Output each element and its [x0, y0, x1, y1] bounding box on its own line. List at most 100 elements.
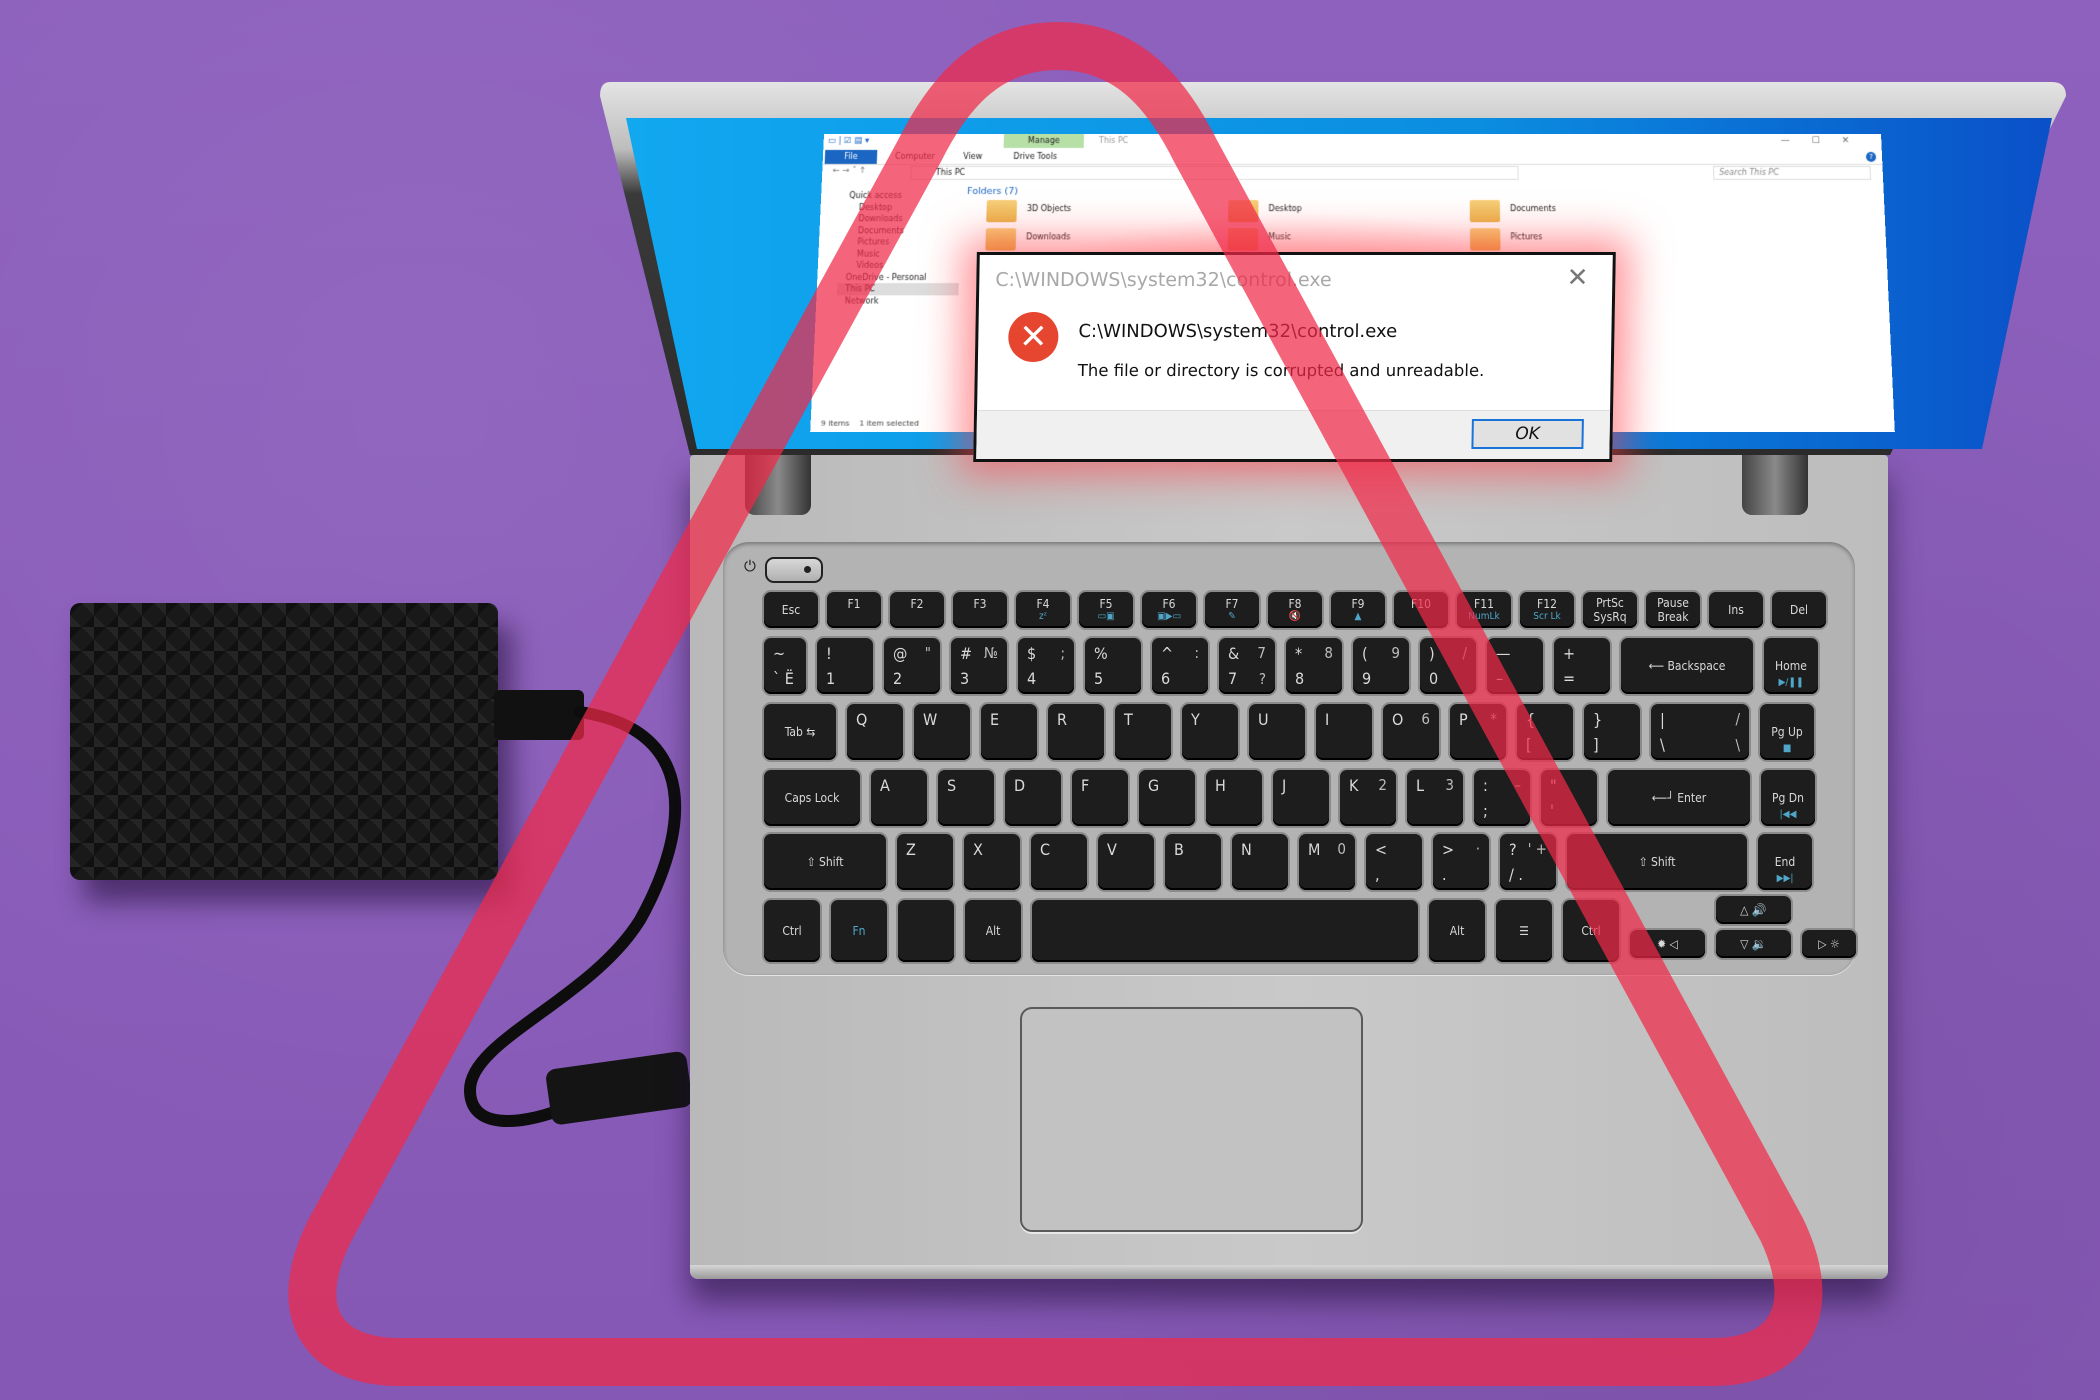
key-blank[interactable]: >. ·	[1433, 834, 1489, 890]
key-blank[interactable]: + =	[1554, 638, 1610, 694]
nav-videos[interactable]: Videos	[838, 260, 960, 272]
key-ins[interactable]: Ins	[1709, 592, 1763, 628]
key-a[interactable]: A	[871, 770, 927, 826]
nav-pictures[interactable]: Pictures	[839, 236, 961, 248]
key-f2[interactable]: F2	[890, 592, 944, 628]
key-home[interactable]: Home ▶/❚❚	[1764, 638, 1818, 694]
key-del[interactable]: Del	[1772, 592, 1826, 628]
key-f6[interactable]: F6 ▣▶▭	[1142, 592, 1196, 628]
key-blank[interactable]: △ 🔊	[1716, 896, 1791, 924]
nav-music[interactable]: Music	[838, 248, 960, 260]
key-ctrl[interactable]: Ctrl	[764, 900, 820, 962]
key-f5[interactable]: F5 ▭▣	[1079, 592, 1133, 628]
close-icon[interactable]: ✕	[1842, 136, 1872, 146]
key-z[interactable]: Z	[897, 834, 953, 890]
close-icon[interactable]: ✕	[1566, 263, 1588, 293]
key-blank[interactable]: {[	[1517, 704, 1573, 760]
address-bar[interactable]: This PC	[910, 165, 1519, 180]
key-k[interactable]: K2	[1340, 770, 1396, 826]
key-blank[interactable]: " '	[1541, 770, 1597, 826]
window-controls[interactable]: —☐✕	[1780, 136, 1871, 146]
nav-documents[interactable]: Documents	[839, 225, 960, 237]
power-button[interactable]	[765, 557, 823, 583]
key-g[interactable]: G	[1139, 770, 1195, 826]
key-blank[interactable]: #3 №	[951, 638, 1007, 694]
key-f9[interactable]: F9 ▲	[1331, 592, 1385, 628]
nav-arrows-icon[interactable]: ← → ˅ ↑	[832, 166, 866, 176]
key-blank[interactable]: * 8 8	[1286, 638, 1342, 694]
key-blank[interactable]: ▽ 🔉	[1716, 930, 1791, 958]
key-blank[interactable]: @2 "	[884, 638, 940, 694]
key-blank[interactable]: % 5	[1085, 638, 1141, 694]
touchpad[interactable]	[1020, 1007, 1363, 1232]
key-d[interactable]: D	[1005, 770, 1061, 826]
key-blank[interactable]: — –	[1487, 638, 1543, 694]
nav-this-pc[interactable]: This PC	[836, 283, 959, 295]
key-s[interactable]: S	[938, 770, 994, 826]
key-backspace[interactable]: ⟵ Backspace	[1621, 638, 1753, 694]
key-f8[interactable]: F8 🔇	[1268, 592, 1322, 628]
key-n[interactable]: N	[1232, 834, 1288, 890]
key-j[interactable]: J	[1273, 770, 1329, 826]
key-l[interactable]: L3	[1407, 770, 1463, 826]
manage-tab[interactable]: Manage	[1003, 134, 1084, 148]
minimize-icon[interactable]: —	[1780, 136, 1811, 146]
key-c[interactable]: C	[1031, 834, 1087, 890]
ok-button[interactable]: OK	[1471, 419, 1584, 449]
key-f1[interactable]: F1	[827, 592, 881, 628]
maximize-icon[interactable]: ☐	[1811, 136, 1842, 146]
key-b[interactable]: B	[1165, 834, 1221, 890]
key-v[interactable]: V	[1098, 834, 1154, 890]
key-pg-up[interactable]: Pg Up ■	[1760, 704, 1814, 760]
key-blank[interactable]: :; –	[1474, 770, 1530, 826]
key-w[interactable]: W	[914, 704, 970, 760]
key-tab[interactable]: Tab ⇆	[764, 704, 836, 760]
key-blank[interactable]: ☰	[1496, 900, 1552, 962]
key-o[interactable]: O6	[1383, 704, 1439, 760]
key-f3[interactable]: F3	[953, 592, 1007, 628]
key-enter[interactable]: ⟵┘ Enter	[1608, 770, 1750, 826]
key-blank[interactable]: ▷ ☼	[1802, 930, 1856, 958]
key-end[interactable]: End ▶▶|	[1758, 834, 1812, 890]
key-blank[interactable]: & 7 7?	[1219, 638, 1275, 694]
key-h[interactable]: H	[1206, 770, 1262, 826]
key-blank[interactable]: | \ / \	[1651, 704, 1749, 760]
nav-downloads[interactable]: Downloads	[840, 213, 961, 225]
key-caps-lock[interactable]: Caps Lock	[764, 770, 860, 826]
key-blank[interactable]: }]	[1584, 704, 1640, 760]
key-e[interactable]: E	[981, 704, 1037, 760]
tab-view[interactable]: View	[963, 150, 982, 164]
key-esc[interactable]: Esc	[764, 592, 818, 628]
tab-file[interactable]: File	[824, 149, 878, 164]
key-prtsc-sysrq[interactable]: PrtSc SysRq	[1583, 592, 1637, 628]
key-blank[interactable]: ) 0 /	[1420, 638, 1476, 694]
key-shift[interactable]: ⇧ Shift	[1567, 834, 1747, 890]
key-fn[interactable]: Fn	[831, 900, 887, 962]
nav-desktop[interactable]: Desktop	[840, 202, 961, 214]
tab-computer[interactable]: Computer	[895, 150, 935, 164]
key-t[interactable]: T	[1115, 704, 1171, 760]
key-q[interactable]: Q	[847, 704, 903, 760]
key-f11[interactable]: F11 NumLk	[1457, 592, 1511, 628]
key-p[interactable]: P *	[1450, 704, 1506, 760]
key-alt[interactable]: Alt	[965, 900, 1021, 962]
key-r[interactable]: R	[1048, 704, 1104, 760]
key-pg-dn[interactable]: Pg Dn |◀◀	[1761, 770, 1815, 826]
key-x[interactable]: X	[964, 834, 1020, 890]
tab-drive-tools[interactable]: Drive Tools	[1013, 150, 1057, 164]
search-input[interactable]: Search This PC	[1713, 165, 1872, 180]
key-f4[interactable]: F4 zᶻ	[1016, 592, 1070, 628]
folders-header[interactable]: Folders (7)	[967, 186, 1884, 197]
key-blank[interactable]: (9 9	[1353, 638, 1409, 694]
key-blank[interactable]: ! 1	[817, 638, 873, 694]
key-blank[interactable]: ✹ ◁	[1630, 930, 1705, 958]
key-f12[interactable]: F12 Scr Lk	[1520, 592, 1574, 628]
key-f10[interactable]: F10	[1394, 592, 1448, 628]
key-f[interactable]: F	[1072, 770, 1128, 826]
key-u[interactable]: U	[1249, 704, 1305, 760]
key-i[interactable]: I	[1316, 704, 1372, 760]
key-pause-break[interactable]: Pause Break	[1646, 592, 1700, 628]
nav-network[interactable]: Network	[836, 295, 958, 307]
key-shift[interactable]: ⇧ Shift	[764, 834, 886, 890]
nav-onedrive[interactable]: OneDrive - Personal	[837, 271, 959, 283]
